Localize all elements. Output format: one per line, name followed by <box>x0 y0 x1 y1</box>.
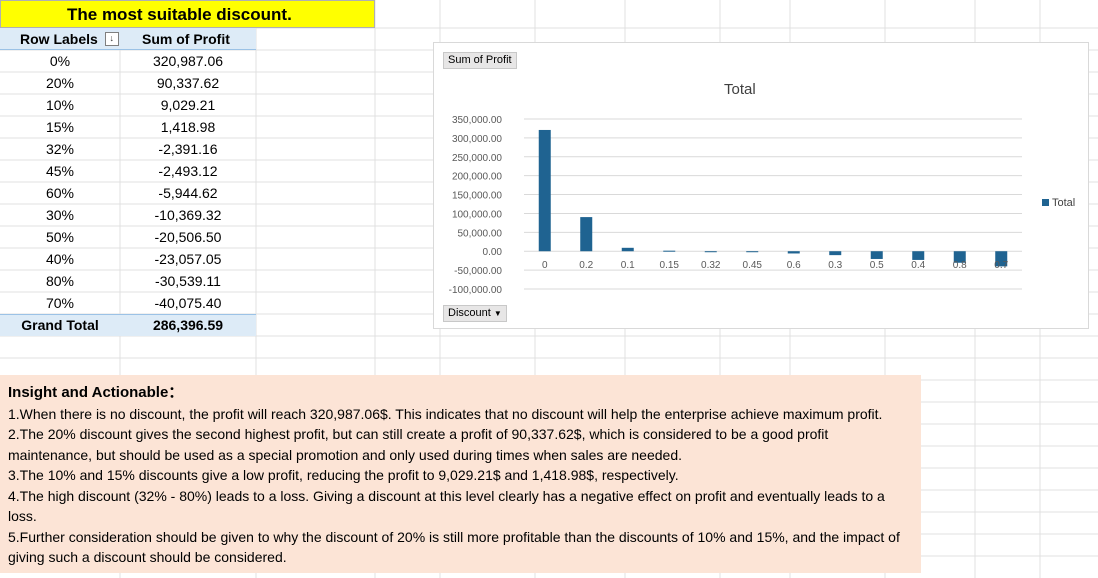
insight-point: 3.The 10% and 15% discounts give a low p… <box>8 467 679 483</box>
pivot-row[interactable]: 20% 90,337.62 <box>0 72 256 94</box>
y-tick-label: 300,000.00 <box>452 134 502 145</box>
pivot-row-label: 30% <box>45 207 75 223</box>
y-tick-label: 350,000.00 <box>452 115 502 126</box>
y-tick-label: -50,000.00 <box>454 266 502 277</box>
x-tick-label: 0.2 <box>579 260 593 271</box>
y-tick-label: 100,000.00 <box>452 209 502 220</box>
y-tick-label: 50,000.00 <box>458 228 503 239</box>
sum-of-profit-header[interactable]: Sum of Profit <box>120 28 256 50</box>
pivot-row-value: -20,506.50 <box>154 229 222 245</box>
pivot-row-label: 20% <box>45 75 75 91</box>
pivot-row[interactable]: 32% -2,391.16 <box>0 138 256 160</box>
chart-plot: 350,000.00 300,000.00 250,000.00 200,000.00… <box>449 115 1022 296</box>
pivot-row-label: 15% <box>45 119 75 135</box>
y-tick-label: 200,000.00 <box>452 172 502 183</box>
pivot-row-label: 60% <box>45 185 75 201</box>
y-tick-label: 150,000.00 <box>452 191 502 202</box>
axis-field-button[interactable]: Discount ▼ <box>443 305 507 322</box>
pivot-row[interactable]: 15% 1,418.98 <box>0 116 256 138</box>
pivot-row-value: -30,539.11 <box>155 273 221 289</box>
pivot-row[interactable]: 10% 9,029.21 <box>0 94 256 116</box>
grand-total-row[interactable]: Grand Total 286,396.59 <box>0 314 256 336</box>
pivot-chart[interactable]: Sum of Profit Total 350,000.00 300,000.00… <box>433 42 1089 329</box>
pivot-row-label: 32% <box>45 141 75 157</box>
pivot-row-value: 1,418.98 <box>160 119 216 135</box>
pivot-row[interactable]: 45% -2,493.12 <box>0 160 256 182</box>
pivot-row-label: 70% <box>45 295 75 311</box>
x-tick-label: 0.45 <box>743 260 763 271</box>
x-tick-label: 0.5 <box>870 260 884 271</box>
axis-field-label: Discount <box>448 307 491 319</box>
pivot-row[interactable]: 0% 320,987.06 <box>0 50 256 72</box>
x-tick-label: 0.6 <box>787 260 801 271</box>
pivot-row-value: -2,493.12 <box>158 163 218 179</box>
pivot-row-value: 90,337.62 <box>156 75 220 91</box>
insight-point: 5.Further consideration should be given … <box>8 528 900 566</box>
insight-points: 1.When there is no discount, the profit … <box>8 404 913 568</box>
chart-bar[interactable] <box>663 250 676 252</box>
pivot-row-value: -5,944.62 <box>158 185 218 201</box>
insight-point: 2.The 20% discount gives the second high… <box>8 426 829 463</box>
pivot-row-label: 50% <box>45 229 75 245</box>
pivot-row-label: 40% <box>45 251 75 267</box>
x-tick-label: 0.7 <box>994 260 1008 271</box>
chart-bar[interactable] <box>746 251 759 253</box>
chart-bar[interactable] <box>704 251 717 253</box>
x-tick-label: 0.1 <box>621 260 635 271</box>
pivot-row[interactable]: 70% -40,075.40 <box>0 292 256 314</box>
chart-bar[interactable] <box>787 251 800 254</box>
pivot-row[interactable]: 80% -30,539.11 <box>0 270 256 292</box>
legend-swatch <box>1042 199 1049 206</box>
chart-bar[interactable] <box>580 217 593 252</box>
pivot-row-value: -2,391.16 <box>158 141 218 157</box>
x-tick-label: 0.4 <box>911 260 925 271</box>
grand-total-value: 286,396.59 <box>152 317 224 333</box>
x-tick-label: 0.15 <box>660 260 680 271</box>
y-tick-label: 0.00 <box>483 247 503 258</box>
chart-bar[interactable] <box>870 251 883 259</box>
pivot-row-label: 80% <box>45 273 75 289</box>
x-tick-label: 0.8 <box>953 260 967 271</box>
x-tick-label: 0.32 <box>701 260 721 271</box>
pivot-row[interactable]: 40% -23,057.05 <box>0 248 256 270</box>
sort-filter-icon[interactable]: ↓ <box>104 32 119 47</box>
insight-heading: Insight and Actionable： <box>8 384 184 401</box>
chart-bar[interactable] <box>621 247 634 252</box>
row-labels-label: Row Labels <box>20 31 98 47</box>
dropdown-arrow-icon: ▼ <box>493 309 502 318</box>
pivot-row-label: 10% <box>45 97 75 113</box>
x-tick-label: 0.3 <box>828 260 842 271</box>
insight-point: 4.The high discount (32% - 80%) leads to… <box>8 487 885 525</box>
y-tick-label: -100,000.00 <box>449 285 503 296</box>
chart-bar[interactable] <box>829 251 842 256</box>
x-tick-label: 0 <box>542 260 548 271</box>
pivot-row-value: 9,029.21 <box>160 97 216 113</box>
chart-bar[interactable] <box>538 129 551 252</box>
pivot-row[interactable]: 30% -10,369.32 <box>0 204 256 226</box>
chart-bar[interactable] <box>912 251 925 260</box>
pivot-row-value: -40,075.40 <box>154 295 222 311</box>
pivot-row-label: 45% <box>45 163 75 179</box>
pivot-row-value: -23,057.05 <box>154 251 222 267</box>
pivot-row-value: 320,987.06 <box>152 53 224 69</box>
grand-total-label: Grand Total <box>21 317 99 333</box>
pivot-row-value: -10,369.32 <box>154 207 222 223</box>
pivot-row-label: 0% <box>49 53 71 69</box>
insight-box[interactable]: Insight and Actionable： 1.When there is … <box>0 375 921 573</box>
pivot-row[interactable]: 50% -20,506.50 <box>0 226 256 248</box>
row-labels-header[interactable]: Row Labels ↓ <box>0 28 120 50</box>
y-tick-label: 250,000.00 <box>452 153 502 164</box>
chart-legend: Total <box>1042 197 1075 209</box>
sheet-title[interactable]: The most suitable discount. <box>0 0 375 28</box>
pivot-row[interactable]: 60% -5,944.62 <box>0 182 256 204</box>
legend-label: Total <box>1052 197 1076 209</box>
insight-point: 1.When there is no discount, the profit … <box>8 405 883 422</box>
